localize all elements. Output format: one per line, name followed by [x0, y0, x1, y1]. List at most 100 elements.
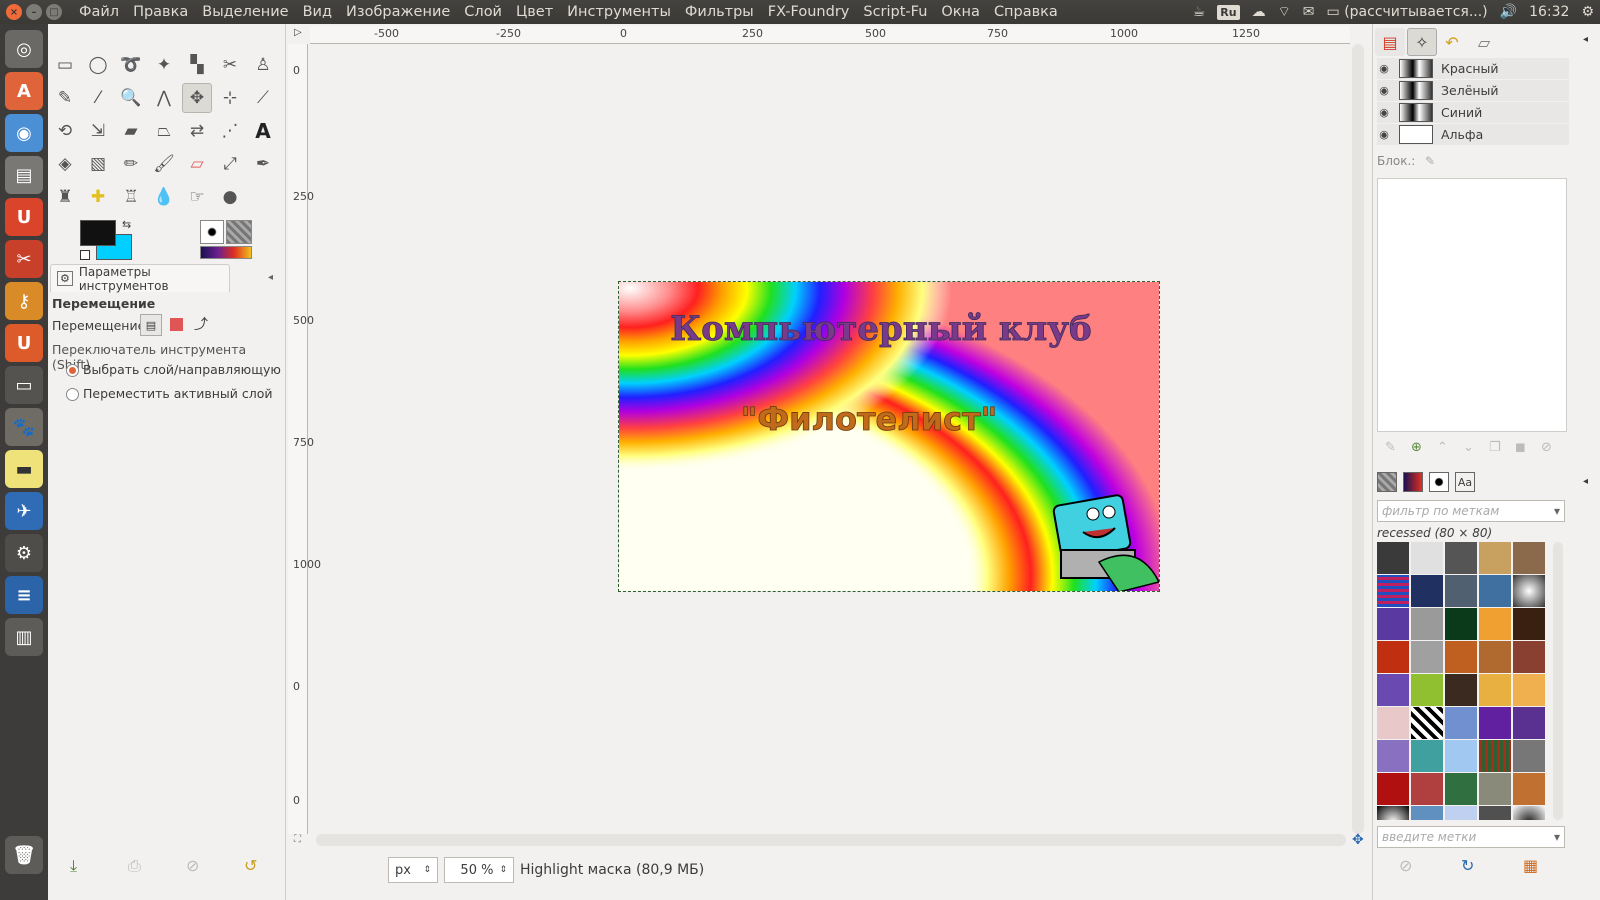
new-channel-icon[interactable]: ⊕ [1411, 440, 1422, 455]
pattern-swatch[interactable] [1513, 806, 1545, 820]
menu-colors[interactable]: Цвет [509, 0, 560, 24]
pattern-swatch[interactable] [1479, 542, 1511, 574]
menu-arrow-icon[interactable]: ▷ [294, 27, 302, 38]
notes-icon[interactable]: ▬ [5, 450, 43, 488]
app-window-icon[interactable]: ▭ [5, 366, 43, 404]
horizontal-ruler[interactable]: -500 -250 0 250 500 750 1000 1250 [310, 26, 1350, 44]
menu-edit[interactable]: Правка [126, 0, 195, 24]
pattern-swatch[interactable] [1411, 542, 1443, 574]
menu-file[interactable]: Файл [72, 0, 126, 24]
pattern-swatch[interactable] [1411, 707, 1443, 739]
channel-row[interactable]: ◉ Синий [1377, 102, 1569, 124]
channel-row[interactable]: ◉ Красный [1377, 58, 1569, 80]
move-active-layer-radio[interactable] [66, 388, 79, 401]
pattern-swatch[interactable] [1479, 707, 1511, 739]
pattern-swatch[interactable] [1445, 773, 1477, 805]
quick-mask-icon[interactable]: ⛶ [294, 834, 301, 845]
airbrush-icon[interactable]: ⤢ [215, 149, 245, 179]
pattern-swatch[interactable] [1479, 575, 1511, 607]
ellipse-select-icon[interactable]: ◯ [83, 50, 113, 80]
volume-icon[interactable]: 🔊 [1500, 4, 1517, 20]
visibility-eye-icon[interactable]: ◉ [1377, 106, 1391, 119]
pattern-swatch[interactable] [1377, 542, 1409, 574]
cloud-icon[interactable]: ☁ [1252, 4, 1266, 20]
layers-tab-icon[interactable]: ▤ [1375, 28, 1405, 56]
menu-help[interactable]: Справка [987, 0, 1065, 24]
move-selection-mode-icon[interactable] [170, 318, 183, 331]
lower-channel-icon[interactable]: ⌄ [1463, 440, 1474, 455]
channel-row[interactable]: ◉ Зелёный [1377, 80, 1569, 102]
move-path-mode-icon[interactable]: ⤴ [194, 314, 208, 334]
perspective-clone-icon[interactable]: ♖ [116, 182, 146, 212]
pattern-swatch[interactable] [1445, 641, 1477, 673]
default-colors-icon[interactable] [80, 250, 90, 260]
menu-view[interactable]: Вид [296, 0, 339, 24]
workspace-switcher-icon[interactable]: ▥ [5, 618, 43, 656]
gradients-tab-icon[interactable] [1403, 472, 1423, 492]
pattern-swatch[interactable] [1513, 575, 1545, 607]
dash-home-icon[interactable]: ◎ [5, 30, 43, 68]
pattern-swatch[interactable] [1445, 707, 1477, 739]
raise-channel-icon[interactable]: ⌃ [1437, 440, 1448, 455]
ubuntu-one-icon-2[interactable]: U [5, 324, 43, 362]
delete-pattern-icon[interactable]: ⊘ [1399, 856, 1412, 875]
edit-channel-icon[interactable]: ✎ [1385, 440, 1396, 455]
settings-tool-icon[interactable]: ✂ [5, 240, 43, 278]
pattern-swatch[interactable] [1479, 641, 1511, 673]
swap-colors-icon[interactable]: ⇆ [122, 218, 131, 231]
restore-options-icon[interactable]: ⎙ [128, 856, 141, 876]
file-manager-icon[interactable]: ▤ [5, 156, 43, 194]
pattern-swatch[interactable] [1377, 707, 1409, 739]
pattern-swatch[interactable] [1513, 674, 1545, 706]
mail-icon[interactable]: ✉ [1303, 4, 1315, 20]
pattern-swatch[interactable] [1411, 641, 1443, 673]
unit-select[interactable]: px ⇕ [388, 857, 438, 883]
pattern-swatch[interactable] [1411, 575, 1443, 607]
lasso-icon[interactable]: ➰ [116, 50, 146, 80]
pattern-swatch[interactable] [1479, 740, 1511, 772]
gradient-preview[interactable] [200, 246, 252, 259]
visibility-eye-icon[interactable]: ◉ [1377, 62, 1391, 75]
gradient-icon[interactable]: ▧ [83, 149, 113, 179]
pattern-swatch[interactable] [1377, 674, 1409, 706]
foreground-select-icon[interactable]: ♙ [248, 50, 278, 80]
key-icon[interactable]: ⚷ [5, 282, 43, 320]
visibility-eye-icon[interactable]: ◉ [1377, 128, 1391, 141]
coffee-icon[interactable]: ☕ [1193, 4, 1206, 20]
pattern-swatch[interactable] [1377, 575, 1409, 607]
flip-icon[interactable]: ⇄ [182, 116, 212, 146]
menu-tools[interactable]: Инструменты [560, 0, 678, 24]
dock-menu-icon[interactable]: ◂ [1583, 34, 1588, 45]
menu-select[interactable]: Выделение [195, 0, 295, 24]
keyboard-layout-indicator[interactable]: Ru [1217, 4, 1240, 20]
navigate-icon[interactable]: ✥ [1352, 832, 1364, 848]
bucket-fill-icon[interactable]: ◈ [50, 149, 80, 179]
perspective-icon[interactable]: ⏢ [149, 116, 179, 146]
pattern-swatch[interactable] [1479, 806, 1511, 820]
pattern-swatch[interactable] [1445, 608, 1477, 640]
pattern-swatch[interactable] [1377, 641, 1409, 673]
gimp-icon[interactable]: 🐾 [5, 408, 43, 446]
pick-layer-option[interactable]: Выбрать слой/направляющую [66, 362, 281, 377]
pattern-swatch[interactable] [1479, 674, 1511, 706]
move-icon[interactable]: ✥ [182, 83, 212, 113]
pattern-swatch[interactable] [1479, 773, 1511, 805]
trash-icon[interactable]: 🗑 [5, 836, 43, 874]
undo-history-tab-icon[interactable]: ↶ [1437, 28, 1467, 56]
pattern-swatch[interactable] [1445, 575, 1477, 607]
pattern-swatch[interactable] [1445, 806, 1477, 820]
align-icon[interactable]: ⊹ [215, 83, 245, 113]
foreground-color-swatch-front[interactable] [80, 220, 116, 246]
delete-channel-icon[interactable]: ⊘ [1541, 440, 1552, 455]
close-window-button[interactable]: × [6, 4, 22, 20]
image-canvas[interactable]: Компьютерный клуб "Филотелист" [618, 281, 1160, 592]
pattern-swatch[interactable] [1513, 608, 1545, 640]
pencil-icon[interactable]: ✏ [116, 149, 146, 179]
ubuntu-one-icon[interactable]: U [5, 198, 43, 236]
wifi-icon[interactable]: ⌔ [1278, 3, 1291, 21]
tag-filter-input[interactable]: фильтр по меткам ▾ [1377, 500, 1565, 522]
horizontal-scrollbar[interactable] [316, 834, 1346, 846]
duplicate-channel-icon[interactable]: ❐ [1489, 440, 1501, 455]
pattern-swatch[interactable] [1411, 806, 1443, 820]
pattern-swatch[interactable] [1411, 773, 1443, 805]
